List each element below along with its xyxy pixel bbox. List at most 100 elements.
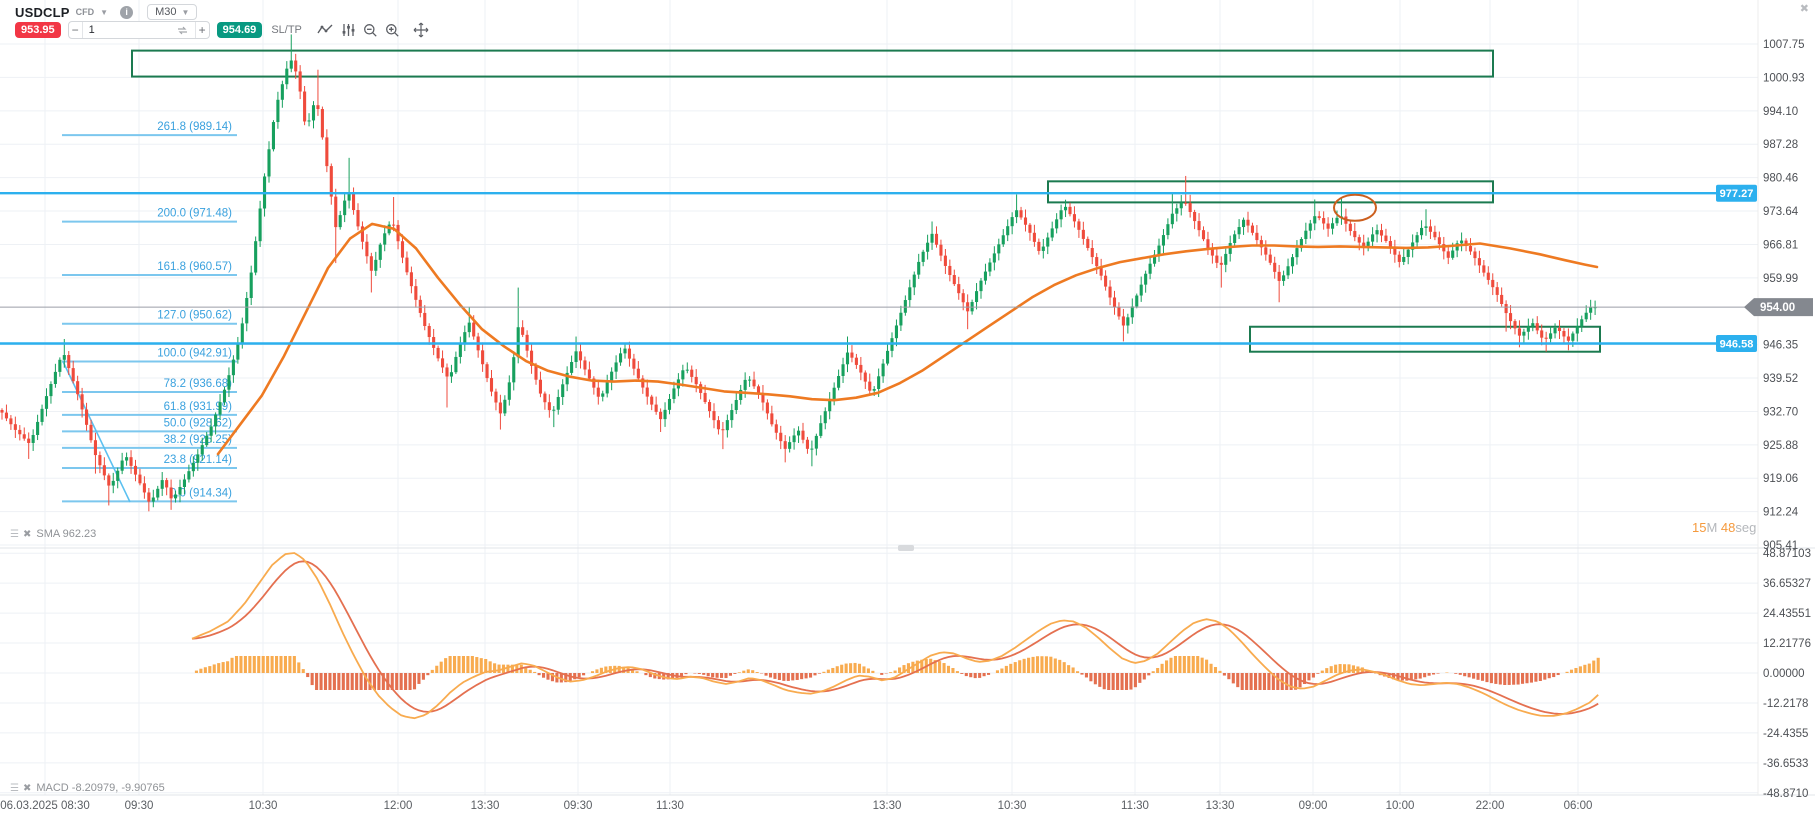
time-axis: 06.03.2025 08:30 09:30 10:30 12:00 13:30 09:3…	[0, 800, 1592, 812]
timeframe-selector[interactable]: M30 ▼	[147, 4, 198, 20]
axis-label: 980.46	[1763, 173, 1798, 185]
sma-legend: ☰ ✖ SMA 962.23	[10, 528, 96, 540]
axis-label: -24.4355	[1763, 728, 1808, 740]
pan-move-icon[interactable]	[413, 22, 429, 38]
sma-legend-label: SMA 962.23	[36, 528, 97, 540]
axis-label: 0.00000	[1763, 668, 1805, 680]
current-price-tag: 954.00	[1744, 298, 1813, 317]
svg-text:977.27: 977.27	[1720, 188, 1754, 200]
countdown-seconds: 48	[1720, 520, 1736, 535]
axis-label: 48.87103	[1763, 548, 1811, 560]
drag-handle-icon[interactable]: ☰	[10, 783, 19, 794]
time-label: 10:30	[998, 800, 1027, 812]
time-label: 06:00	[1564, 800, 1593, 812]
price-line-tag: 977.27	[1716, 184, 1757, 202]
axis-label: 946.35	[1763, 340, 1798, 352]
sma-line	[216, 222, 1599, 456]
axis-label: -48.8710	[1763, 788, 1808, 800]
price-line-tag: 946.58	[1716, 334, 1757, 352]
time-label: 06.03.2025 08:30	[0, 800, 90, 812]
countdown-sec-unit: seg	[1735, 520, 1757, 535]
time-label: 13:30	[471, 800, 500, 812]
fibonacci-retracement: 261.8 (989.14) 200.0 (971.48) 161.8 (960.5…	[62, 121, 237, 503]
symbol-type-label: CFD	[75, 7, 95, 17]
symbol-toolbar: USDCLP CFD ▼ i M30 ▼	[15, 3, 198, 21]
candle-countdown: 15M 48seg	[1692, 520, 1756, 535]
zone-rectangle[interactable]	[131, 49, 1494, 78]
trading-chart-window: 261.8 (989.14) 200.0 (971.48) 161.8 (960.5…	[0, 0, 1815, 813]
close-icon[interactable]: ✖	[1800, 2, 1809, 15]
countdown-minutes: 15	[1692, 520, 1707, 535]
trade-toolbar: 953.95 − 1 + 954.69 SL/TP	[15, 21, 429, 39]
fib-label: 200.0 (971.48)	[157, 208, 232, 220]
indicators-icon[interactable]	[341, 23, 356, 37]
quantity-stepper: − 1 +	[67, 21, 210, 39]
axis-label: 912.24	[1763, 507, 1799, 519]
svg-text:946.58: 946.58	[1720, 338, 1754, 350]
remove-macd-icon[interactable]: ✖	[23, 783, 31, 794]
fib-label: 78.2 (936.68)	[164, 378, 233, 390]
symbol-name[interactable]: USDCLP	[15, 5, 70, 20]
time-label: 10:30	[249, 800, 278, 812]
countdown-min-unit: M	[1706, 520, 1721, 535]
axis-label: 932.70	[1763, 406, 1798, 418]
time-label: 10:00	[1386, 800, 1415, 812]
macd-legend-label: MACD -8.20979, -9.90765	[36, 782, 165, 794]
axis-label: 973.64	[1763, 206, 1799, 218]
macd-legend: ☰ ✖ MACD -8.20979, -9.90765	[10, 782, 165, 794]
drawing-tool-icon[interactable]	[317, 23, 334, 37]
symbol-dropdown-caret[interactable]: ▼	[100, 8, 108, 17]
fib-label: 38.2 (925.25)	[164, 434, 233, 446]
zone-rectangle[interactable]	[1249, 325, 1601, 353]
quantity-minus-button[interactable]: −	[69, 22, 82, 38]
axis-label: 966.81	[1763, 239, 1798, 251]
time-label: 09:30	[564, 800, 593, 812]
time-label: 11:30	[1121, 800, 1149, 812]
time-label: 22:00	[1476, 800, 1505, 812]
axis-label: 925.88	[1763, 440, 1798, 452]
axis-label: 994.10	[1763, 106, 1798, 118]
pane-separator-grip[interactable]	[898, 545, 914, 551]
fib-label: 61.8 (931.99)	[164, 401, 233, 413]
time-label: 13:30	[1206, 800, 1235, 812]
candles	[0, 34, 1597, 512]
buy-price-button[interactable]: 954.69	[216, 22, 263, 38]
zone-rectangle[interactable]	[1047, 180, 1494, 204]
axis-label: 24.43551	[1763, 608, 1811, 620]
sell-price-button[interactable]: 953.95	[15, 22, 61, 38]
macd-signal-line	[191, 560, 1599, 715]
time-label: 09:30	[125, 800, 154, 812]
timeframe-label: M30	[155, 6, 177, 18]
axis-label: 1007.75	[1763, 39, 1805, 51]
macd-pane	[191, 552, 1600, 720]
fib-label: 261.8 (989.14)	[157, 121, 232, 133]
sltp-label[interactable]: SL/TP	[271, 24, 302, 36]
fib-label: 161.8 (960.57)	[157, 261, 232, 273]
timeframe-caret-icon: ▼	[181, 7, 190, 17]
axis-label: 1000.93	[1763, 72, 1805, 84]
remove-sma-icon[interactable]: ✖	[23, 529, 31, 540]
axis-label: -12.2178	[1763, 698, 1808, 710]
axis-label: 36.65327	[1763, 578, 1811, 590]
axis-label: 919.06	[1763, 473, 1798, 485]
axis-label: 959.99	[1763, 273, 1798, 285]
fib-label: 50.0 (928.62)	[164, 417, 233, 429]
macd-main-line	[191, 552, 1599, 720]
zoom-in-icon[interactable]	[385, 23, 400, 38]
quantity-value[interactable]: 1	[89, 24, 95, 36]
fib-label: 100.0 (942.91)	[157, 347, 232, 359]
info-icon[interactable]: i	[120, 5, 134, 19]
quantity-plus-button[interactable]: +	[196, 22, 209, 38]
chart-canvas[interactable]: 261.8 (989.14) 200.0 (971.48) 161.8 (960.5…	[0, 0, 1815, 813]
time-label: 11:30	[656, 800, 684, 812]
time-label: 09:00	[1299, 800, 1328, 812]
drag-handle-icon[interactable]: ☰	[10, 529, 19, 540]
axis-label: 12.21776	[1763, 638, 1811, 650]
zoom-out-icon[interactable]	[363, 23, 378, 38]
axis-label: 987.28	[1763, 139, 1798, 151]
axis-label: 939.52	[1763, 373, 1798, 385]
sync-icon[interactable]	[176, 25, 189, 36]
fib-label: 127.0 (950.62)	[157, 310, 232, 322]
ellipse-annotation[interactable]	[1333, 193, 1377, 222]
axis-label: -36.6533	[1763, 758, 1808, 770]
